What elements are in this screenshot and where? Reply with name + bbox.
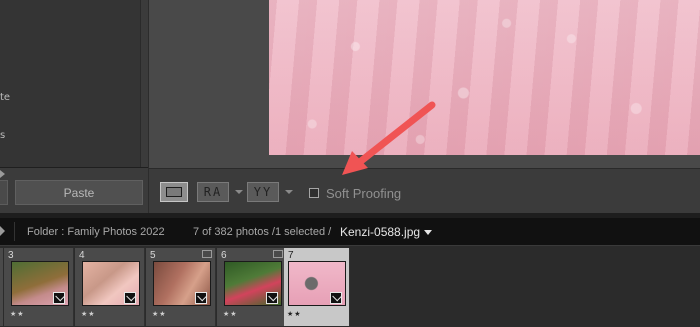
rating-stars: ★★ xyxy=(287,310,302,318)
loupe-area xyxy=(149,0,700,168)
edited-badge-icon xyxy=(53,292,65,304)
soft-proofing-label[interactable]: Soft Proofing xyxy=(326,186,401,201)
filmstrip-cell[interactable]: 3 ★★ xyxy=(4,248,74,326)
cell-number: 5 xyxy=(150,250,156,261)
filmstrip-toggle-icon[interactable] xyxy=(0,226,5,236)
paste-button[interactable]: Paste xyxy=(15,180,143,205)
ra-button[interactable]: RA xyxy=(197,182,229,202)
filmstrip-cell[interactable]: 4 ★★ xyxy=(75,248,145,326)
metadata-icon xyxy=(202,250,212,258)
cell-number: 3 xyxy=(8,250,14,261)
thumbnail[interactable] xyxy=(153,261,211,306)
cell-number: 4 xyxy=(79,250,85,261)
chevron-down-icon[interactable] xyxy=(424,230,432,235)
filmstrip: 3 ★★ 4 ★★ 5 ★★ 6 ★★ 7 ★★ xyxy=(0,245,700,327)
left-panel: te s Paste xyxy=(0,0,148,213)
thumbnail[interactable] xyxy=(82,261,140,306)
filmstrip-cell[interactable]: 6 ★★ xyxy=(217,248,287,326)
filmstrip-cell[interactable]: 5 ★★ xyxy=(146,248,216,326)
panel-divider xyxy=(0,167,148,168)
left-panel-content: te s xyxy=(0,0,141,167)
rating-stars: ★★ xyxy=(81,310,96,318)
thumbnail[interactable] xyxy=(224,261,282,306)
cell-number: 7 xyxy=(288,250,294,261)
collapse-triangle-icon[interactable] xyxy=(0,170,5,178)
cell-number: 6 xyxy=(221,250,227,261)
folder-path[interactable]: Folder : Family Photos 2022 xyxy=(27,226,165,238)
edited-badge-icon xyxy=(195,292,207,304)
yy-button[interactable]: YY xyxy=(247,182,279,202)
loupe-view-icon[interactable] xyxy=(160,182,188,202)
truncated-text-2: s xyxy=(0,130,6,141)
chevron-down-icon[interactable] xyxy=(285,190,293,194)
metadata-icon xyxy=(273,250,283,258)
rating-stars: ★★ xyxy=(10,310,25,318)
filmstrip-partial-cell[interactable] xyxy=(0,248,3,326)
selected-filename[interactable]: Kenzi-0588.jpg xyxy=(340,225,420,239)
photo-count: 7 of 382 photos /1 selected / xyxy=(193,226,332,238)
copy-button[interactable] xyxy=(0,180,8,205)
thumbnail[interactable] xyxy=(11,261,69,306)
thumbnail[interactable] xyxy=(288,261,346,306)
chevron-down-icon[interactable] xyxy=(235,190,243,194)
soft-proofing-checkbox[interactable] xyxy=(309,188,319,198)
main-photo[interactable] xyxy=(269,0,700,155)
filmstrip-header: Folder : Family Photos 2022 7 of 382 pho… xyxy=(0,218,700,245)
edited-badge-icon xyxy=(266,292,278,304)
toolbar: RA YY Soft Proofing xyxy=(149,168,700,213)
truncated-text-1: te xyxy=(0,92,11,103)
divider xyxy=(14,222,15,241)
edited-badge-icon xyxy=(330,292,342,304)
rating-stars: ★★ xyxy=(223,310,238,318)
edited-badge-icon xyxy=(124,292,136,304)
main-view: RA YY Soft Proofing xyxy=(148,0,700,213)
filmstrip-cell-selected[interactable]: 7 ★★ xyxy=(284,248,350,326)
rating-stars: ★★ xyxy=(152,310,167,318)
